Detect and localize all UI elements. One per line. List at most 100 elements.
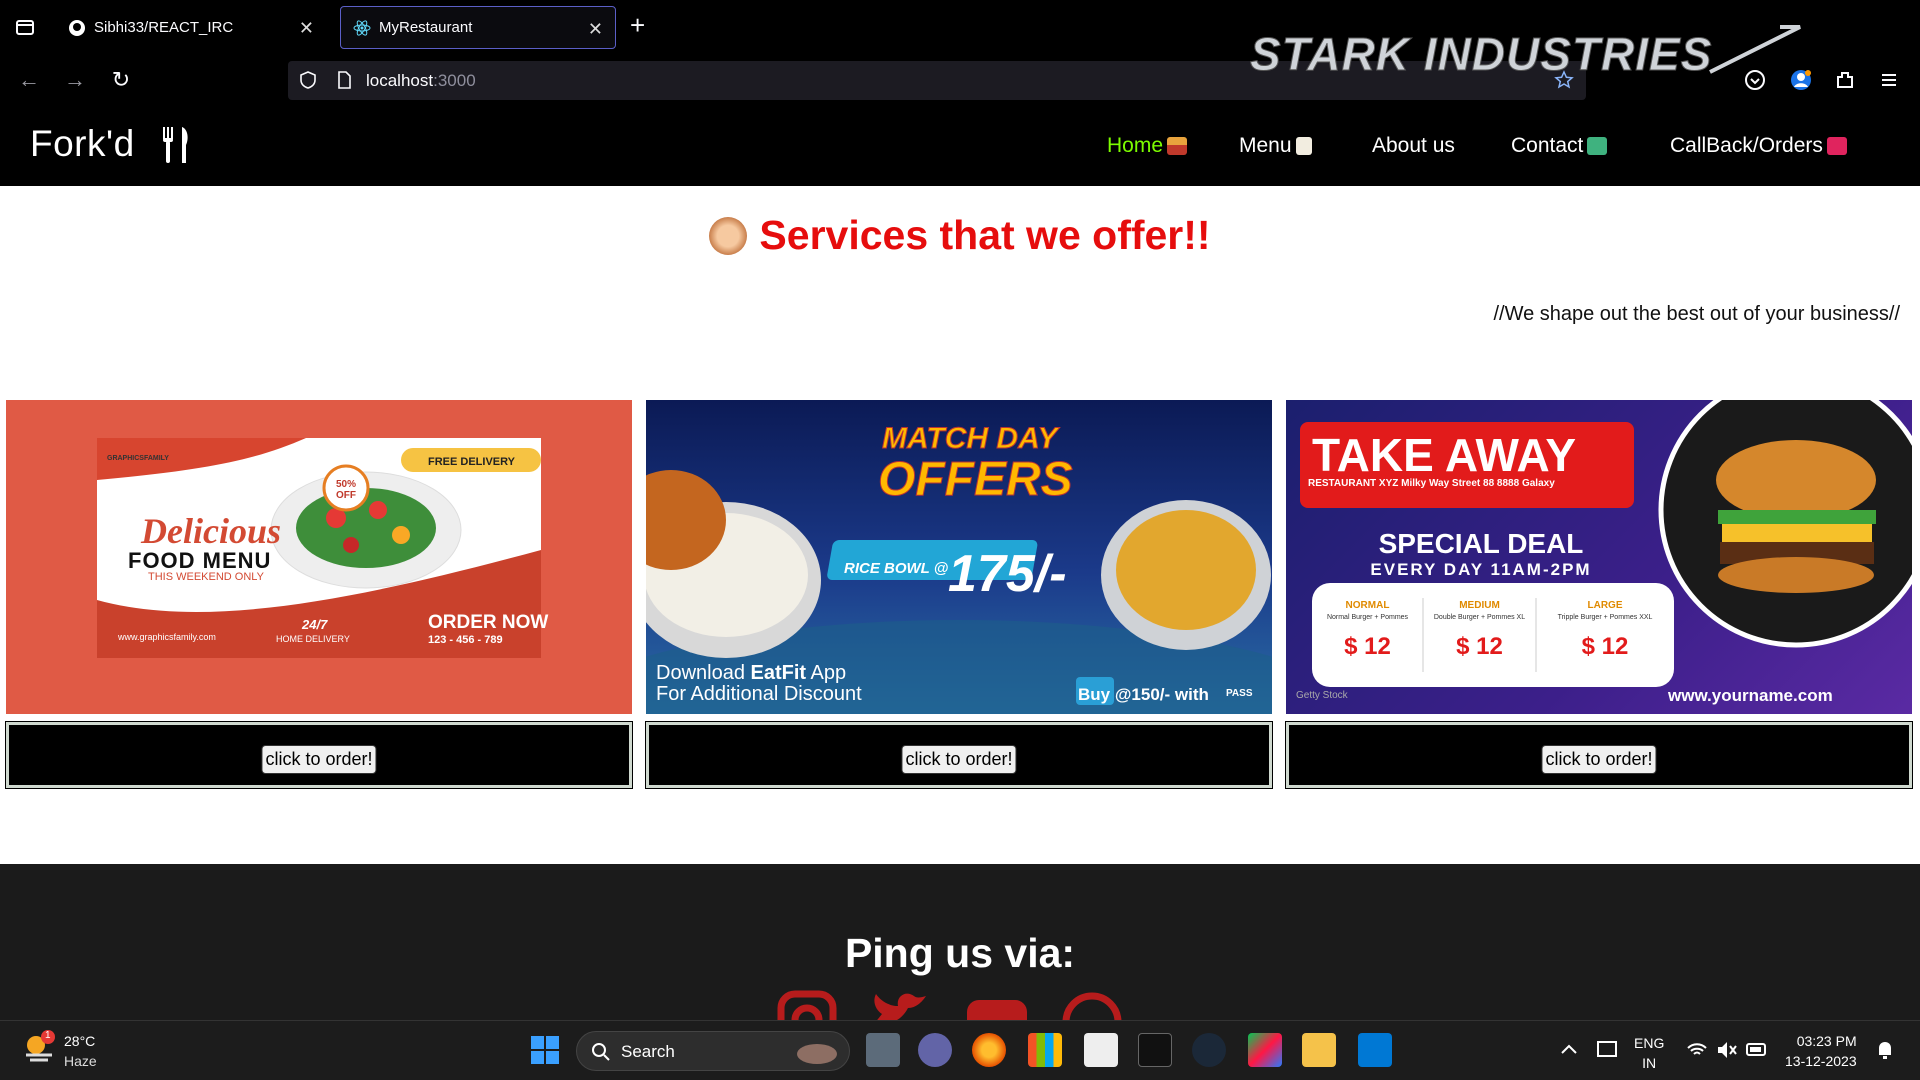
close-tab-icon[interactable]: ✕	[299, 18, 314, 39]
brand-label: GRAPHICSFAMILY	[107, 455, 169, 462]
ping-us-heading: Ping us via:	[844, 930, 1076, 976]
service-card-2: MATCH DAY OFFERS RICE BOWL @ 175/- Downl…	[645, 400, 1273, 789]
size-large: LARGE Tripple Burger + Pommes XXL $ 12	[1557, 600, 1653, 660]
reload-icon[interactable]: ↻	[108, 67, 134, 93]
tab-title: MyRestaurant	[379, 19, 473, 36]
banner-website: www.graphicsfamily.com	[118, 632, 216, 642]
battery-icon[interactable]	[1740, 1033, 1774, 1067]
search-icon	[592, 1043, 610, 1061]
click-to-order-button[interactable]: click to order!	[901, 745, 1017, 774]
size-normal: NORMAL Normal Burger + Pommes $ 12	[1326, 600, 1409, 660]
buy-with-text: Buy @150/- with	[1078, 685, 1209, 704]
tab-title: Sibhi33/REACT_IRC	[94, 19, 234, 36]
scroll-emoji-icon	[1295, 137, 1312, 156]
weather-widget[interactable]: 1 28°C Haze	[22, 1029, 97, 1070]
take-away-heading: TAKE AWAY	[1312, 429, 1577, 481]
rice-bowl-label: RICE BOWL @	[844, 560, 949, 577]
service-card-1: GRAPHICSFAMILY FREE DELIVERY 50% OFF Del…	[5, 400, 633, 789]
close-tab-icon[interactable]: ✕	[588, 19, 603, 40]
download-app-text: Download EatFit App	[656, 662, 847, 684]
cookie-emoji-icon	[709, 217, 748, 255]
weather-badge: 1	[45, 1030, 51, 1041]
nav-about[interactable]: About us	[1372, 134, 1455, 158]
offers-heading: OFFERS	[878, 453, 1074, 507]
nav-callback-orders[interactable]: CallBack/Orders	[1670, 134, 1847, 158]
vscode-icon[interactable]	[1358, 1033, 1392, 1067]
amazon-icon[interactable]	[1084, 1033, 1118, 1067]
steam-icon[interactable]	[1192, 1033, 1226, 1067]
tab-myrestaurant[interactable]: MyRestaurant ✕	[340, 6, 616, 49]
order-now-label: ORDER NOW	[428, 612, 549, 633]
stark-industries-logo: STARK INDUSTRIES	[1250, 25, 1801, 81]
page-icon	[338, 71, 351, 89]
telephone-emoji-icon	[1826, 137, 1847, 156]
match-day-heading: MATCH DAY	[882, 422, 1059, 456]
fork-knife-icon	[163, 127, 188, 163]
food-menu-banner[interactable]: GRAPHICSFAMILY FREE DELIVERY 50% OFF Del…	[6, 400, 632, 714]
menu-icon[interactable]	[1876, 67, 1902, 93]
size-medium: MEDIUM Double Burger + Pommes XL $ 12	[1433, 600, 1526, 660]
forward-icon[interactable]: →	[62, 67, 88, 93]
windows-taskbar: 1 28°C Haze Search ENG IN 03:23 PM 13-12-2…	[0, 1020, 1920, 1080]
mute-icon[interactable]	[1710, 1033, 1744, 1067]
nav-menu[interactable]: Menu	[1239, 134, 1312, 158]
clock[interactable]: 03:23 PM 13-12-2023	[1785, 1031, 1857, 1071]
headline: Delicious	[141, 511, 281, 551]
search-label: Search	[621, 1042, 675, 1061]
free-delivery-label: FREE DELIVERY	[428, 456, 515, 468]
tab-list-icon[interactable]	[12, 14, 38, 40]
take-away-banner[interactable]: TAKE AWAY RESTAURANT XYZ Milky Way Stree…	[1286, 400, 1912, 714]
firefox-icon[interactable]	[972, 1033, 1006, 1067]
chevron-up-icon[interactable]	[1552, 1033, 1586, 1067]
site-logo[interactable]: Fork'd	[30, 123, 135, 165]
stock-label: Getty Stock	[1296, 690, 1348, 701]
services-heading: Services that we offer!!	[0, 212, 1920, 259]
back-icon[interactable]: ←	[16, 67, 42, 93]
nav-contact[interactable]: Contact	[1511, 134, 1608, 158]
match-day-offers-banner[interactable]: MATCH DAY OFFERS RICE BOWL @ 175/- Downl…	[646, 400, 1272, 714]
hours: 24/7	[302, 617, 328, 632]
github-icon	[68, 19, 86, 37]
order-bar: click to order!	[1285, 721, 1913, 789]
click-to-order-button[interactable]: click to order!	[1541, 745, 1657, 774]
site-header: Fork'd Home Menu About us Contact CallBa…	[0, 105, 1920, 186]
tagline: //We shape out the best out of your busi…	[1493, 303, 1900, 325]
url-text: localhost:3000	[366, 71, 476, 90]
banner-website: www.yourname.com	[1668, 686, 1833, 705]
notification-bell-icon[interactable]	[1868, 1033, 1902, 1067]
phone-number: 123 - 456 - 789	[428, 634, 503, 646]
hours-label: HOME DELIVERY	[276, 634, 350, 644]
haze-weather-icon	[26, 1030, 55, 1062]
shield-icon[interactable]	[298, 70, 318, 90]
display-icon[interactable]	[1590, 1033, 1624, 1067]
react-icon	[353, 19, 371, 37]
windows-start-icon[interactable]	[528, 1033, 562, 1067]
weather-temp: 28°C	[64, 1033, 96, 1049]
nav-home[interactable]: Home	[1107, 134, 1188, 158]
service-card-3: TAKE AWAY RESTAURANT XYZ Milky Way Stree…	[1285, 400, 1913, 789]
pass-label: PASS	[1226, 688, 1253, 699]
epic-games-icon[interactable]	[1138, 1033, 1172, 1067]
task-view-icon[interactable]	[866, 1033, 900, 1067]
wifi-icon[interactable]	[1680, 1033, 1714, 1067]
house-emoji-icon	[1167, 137, 1188, 156]
discount-badge: 50% OFF	[335, 479, 356, 501]
additional-discount-text: For Additional Discount	[656, 683, 862, 705]
taskbar-search[interactable]: Search	[576, 1031, 850, 1071]
file-explorer-icon[interactable]	[1302, 1033, 1336, 1067]
svg-text:STARK INDUSTRIES: STARK INDUSTRIES	[1250, 28, 1712, 80]
click-to-order-button[interactable]: click to order!	[261, 745, 377, 774]
new-tab-button[interactable]: +	[630, 12, 645, 38]
language-indicator[interactable]: ENG IN	[1634, 1033, 1664, 1073]
order-bar: click to order!	[645, 721, 1273, 789]
weather-condition: Haze	[64, 1053, 97, 1069]
weekend-note: THIS WEEKEND ONLY	[148, 571, 264, 583]
search-highlight-icon	[797, 1044, 837, 1064]
arc-icon[interactable]	[1248, 1033, 1282, 1067]
rice-bowl-price: 175/-	[948, 545, 1067, 603]
microsoft-store-icon[interactable]	[1028, 1033, 1062, 1067]
tab-github[interactable]: Sibhi33/REACT_IRC ✕	[56, 6, 326, 49]
order-bar: click to order!	[5, 721, 633, 789]
restaurant-address: RESTAURANT XYZ Milky Way Street 88 8888 …	[1308, 478, 1555, 489]
teams-icon[interactable]	[918, 1033, 952, 1067]
